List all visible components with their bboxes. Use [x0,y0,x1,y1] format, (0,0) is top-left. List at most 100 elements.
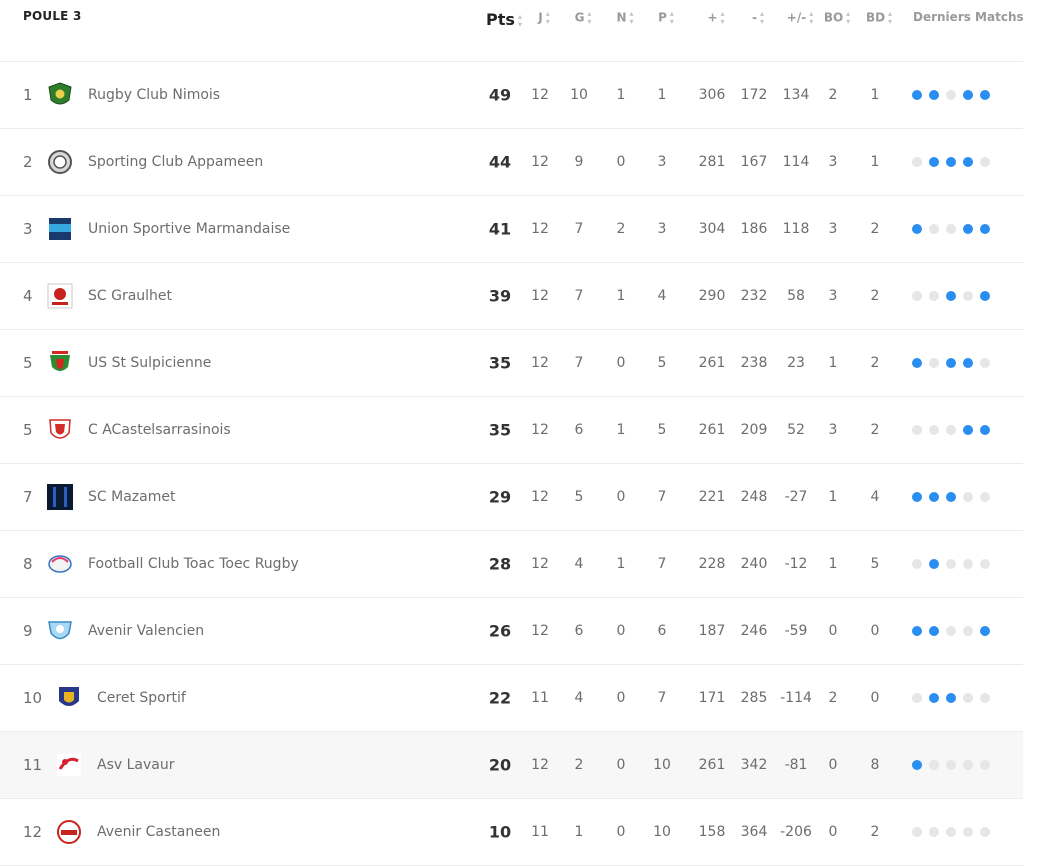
column-header-lost[interactable]: P ▴ ▾ [658,10,674,26]
form-dot-win [980,626,990,636]
form-dot-other [980,157,990,167]
stat-won: 7 [574,221,584,237]
team-logo-icon [46,349,74,377]
stat-played: 12 [531,288,549,304]
stat-points-for: 290 [698,288,726,304]
team-name-link[interactable]: SC Mazamet [88,489,175,505]
team-logo-icon [46,282,74,310]
column-header-label: - [752,10,757,25]
form-dot-other [980,492,990,502]
stat-lost: 4 [657,288,667,304]
team-rank: 5 [23,421,33,439]
form-dot-win [946,157,956,167]
team-name-link[interactable]: Rugby Club Nimois [88,87,220,103]
stat-offensive-bonus: 0 [828,623,838,639]
form-dot-other [912,291,922,301]
stat-won: 5 [574,489,584,505]
sort-icon: ▴ ▾ [669,9,674,26]
form-dot-win [946,693,956,703]
stat-defensive-bonus: 2 [870,422,880,438]
team-rank: 2 [23,153,33,171]
team-name-link[interactable]: Avenir Valencien [88,623,204,639]
stat-offensive-bonus: 3 [828,422,838,438]
form-dot-other [963,693,973,703]
form-dot-other [929,224,939,234]
form-dot-other [980,760,990,770]
stat-drawn: 0 [616,623,626,639]
team-rank: 1 [23,86,33,104]
stat-defensive-bonus: 2 [870,824,880,840]
team-name-link[interactable]: Union Sportive Marmandaise [88,221,290,237]
column-header-played[interactable]: J ▴ ▾ [538,10,549,26]
team-logo-icon [55,751,83,779]
table-row[interactable]: 4 SC Graulhet 39 12 7 1 4 290 232 58 3 2 [0,263,1023,330]
column-header-label: J [538,10,543,25]
stat-offensive-bonus: 2 [828,690,838,706]
stat-points-against: 364 [740,824,768,840]
stat-points-against: 285 [740,690,768,706]
team-name-link[interactable]: Ceret Sportif [97,690,186,706]
team-name-link[interactable]: US St Sulpicienne [88,355,211,371]
team-name-link[interactable]: C ACastelsarrasinois [88,422,231,438]
stat-won: 6 [574,422,584,438]
stat-offensive-bonus: 1 [828,556,838,572]
stat-points: 22 [488,688,512,708]
table-row[interactable]: 5 C ACastelsarrasinois 35 12 6 1 5 261 209 52 3 2 [0,397,1023,464]
team-rank: 4 [23,287,33,305]
table-row[interactable]: 2 Sporting Club Appameen 44 12 9 0 3 281 167 114 3… [0,129,1023,196]
form-dot-other [912,827,922,837]
table-row[interactable]: 3 Union Sportive Marmandaise 41 12 7 2 3 304 186… [0,196,1023,263]
column-header-defensive-bonus[interactable]: BD ▴ ▾ [866,10,892,26]
column-header-label: N [616,10,627,25]
stat-lost: 10 [653,757,671,773]
column-header-points[interactable]: Pts ▴ ▾ [486,10,522,29]
team-name-link[interactable]: Asv Lavaur [97,757,174,773]
column-header-points-against[interactable]: - ▴ ▾ [752,10,764,26]
stat-drawn: 0 [616,489,626,505]
table-row[interactable]: 12 Avenir Castaneen 10 11 1 0 10 158 364 -206 0 2 [0,799,1023,866]
table-row[interactable]: 1 Rugby Club Nimois 49 12 10 1 1 306 172 134 2 1 [0,62,1023,129]
stat-points-against: 232 [740,288,768,304]
stat-drawn: 0 [616,757,626,773]
stat-drawn: 1 [616,288,626,304]
stat-played: 12 [531,489,549,505]
stat-lost: 7 [657,489,667,505]
stat-points-for: 228 [698,556,726,572]
team-name-link[interactable]: Sporting Club Appameen [88,154,263,170]
stat-played: 12 [531,221,549,237]
stat-drawn: 1 [616,422,626,438]
form-dot-other [946,626,956,636]
stat-lost: 10 [653,824,671,840]
stat-points-for: 261 [698,422,726,438]
stat-defensive-bonus: 5 [870,556,880,572]
stat-drawn: 1 [616,556,626,572]
team-name-link[interactable]: SC Graulhet [88,288,172,304]
table-row[interactable]: 11 Asv Lavaur 20 12 2 0 10 261 342 -81 0 8 [0,732,1023,799]
column-header-points-diff[interactable]: +/- ▴ ▾ [787,10,813,26]
sort-icon: ▴ ▾ [587,9,592,26]
stat-points: 35 [488,353,512,373]
team-name-link[interactable]: Avenir Castaneen [97,824,220,840]
last-matches-header[interactable]: Derniers Matchs [913,10,1024,24]
column-header-offensive-bonus[interactable]: BO ▴ ▾ [824,10,850,26]
table-row[interactable]: 7 SC Mazamet 29 12 5 0 7 221 248 -27 1 4 [0,464,1023,531]
form-dot-other [963,626,973,636]
sort-icon: ▴ ▾ [759,9,764,26]
table-row[interactable]: 9 Avenir Valencien 26 12 6 0 6 187 246 -59 0 0 [0,598,1023,665]
team-logo-icon [55,818,83,846]
table-row[interactable]: 5 US St Sulpicienne 35 12 7 0 5 261 238 23 1 2 [0,330,1023,397]
column-header-points-for[interactable]: + ▴ ▾ [707,10,724,26]
stat-points-diff: -114 [780,690,812,706]
column-header-drawn[interactable]: N ▴ ▾ [616,10,633,26]
team-rank: 8 [23,555,33,573]
column-header-won[interactable]: G ▴ ▾ [575,10,592,26]
stat-defensive-bonus: 2 [870,221,880,237]
column-header-label: +/- [786,10,807,25]
stat-drawn: 0 [616,154,626,170]
table-row[interactable]: 10 Ceret Sportif 22 11 4 0 7 171 285 -114 2 0 [0,665,1023,732]
team-name-link[interactable]: Football Club Toac Toec Rugby [88,556,299,572]
form-dot-win [980,224,990,234]
stat-defensive-bonus: 1 [870,87,880,103]
table-row[interactable]: 8 Football Club Toac Toec Rugby 28 12 4 1 7 228… [0,531,1023,598]
form-dot-other [929,425,939,435]
